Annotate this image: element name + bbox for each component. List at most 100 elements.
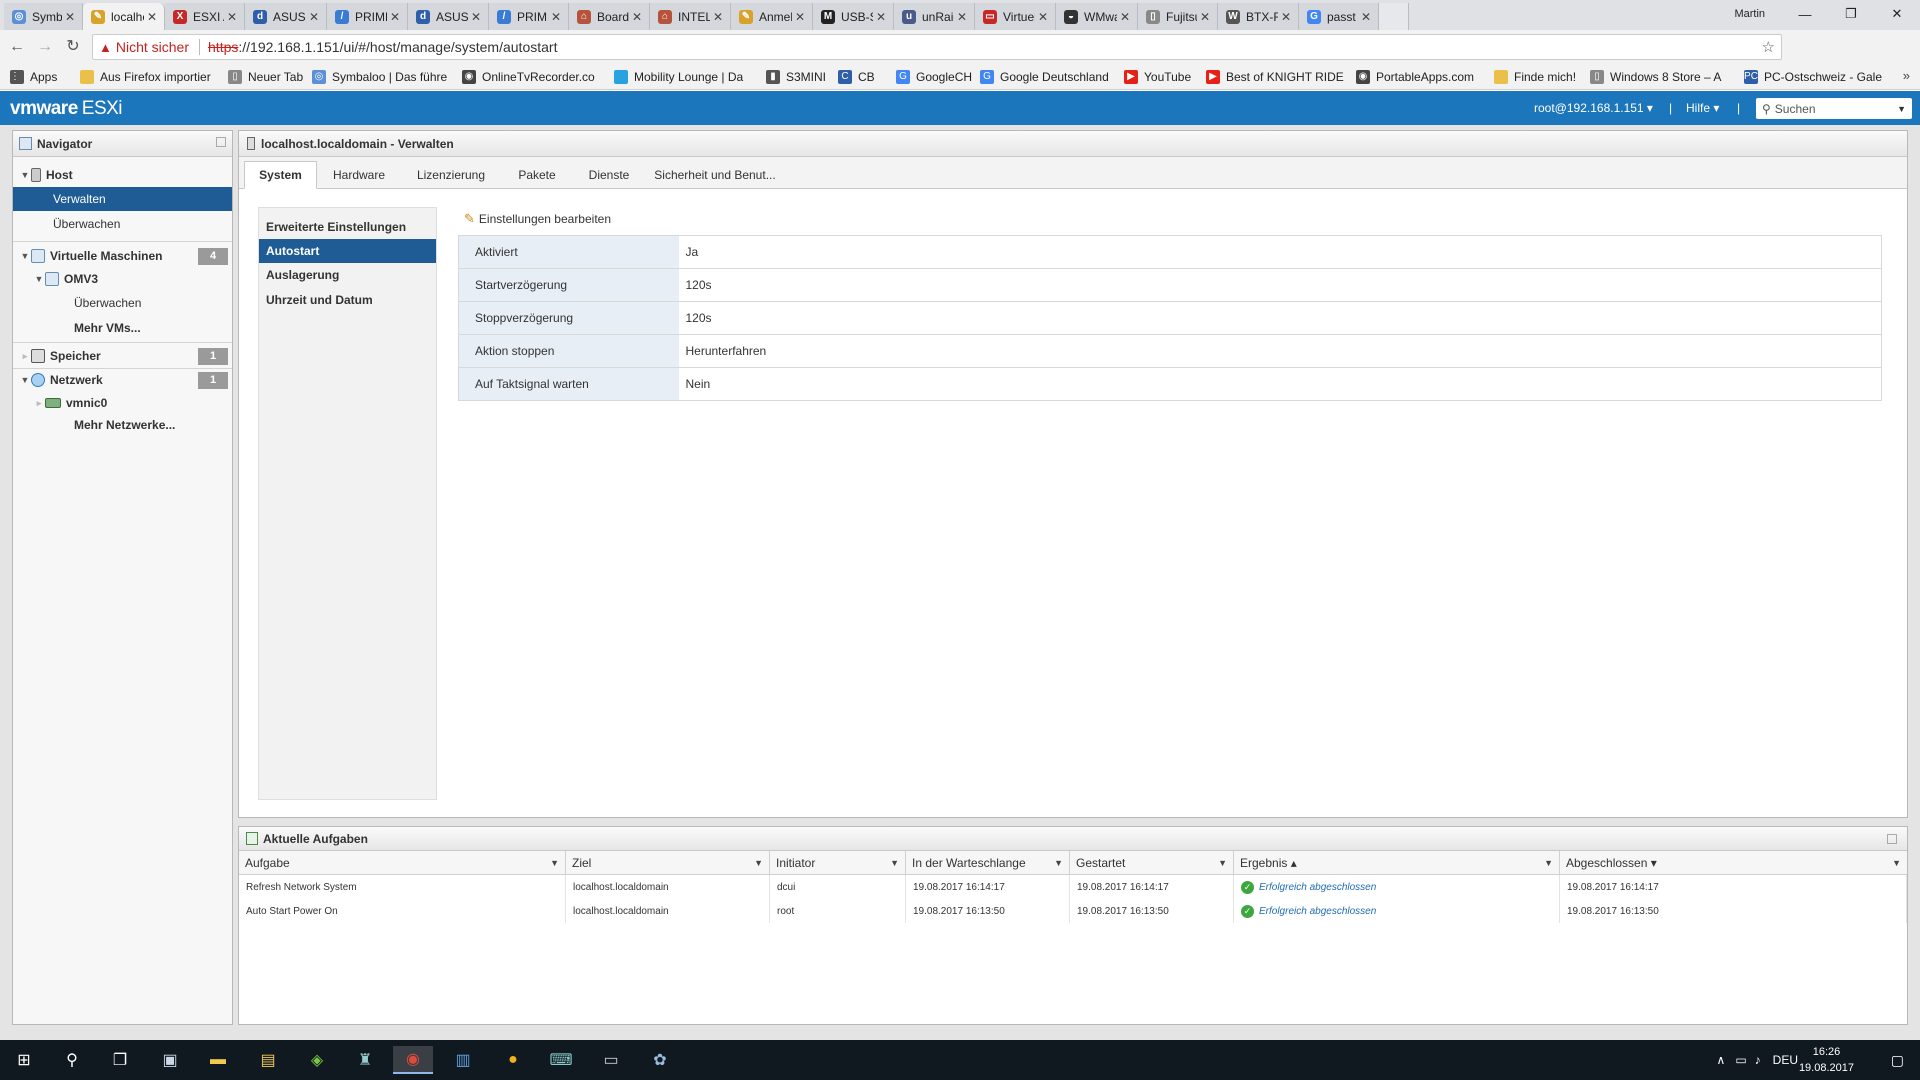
bookmark-item[interactable]: ▶ Best of KNIGHT RIDE bbox=[1206, 68, 1348, 86]
chevron-down-icon[interactable]: ▼ bbox=[1897, 104, 1906, 114]
tab-dienste[interactable]: Dienste bbox=[573, 161, 645, 189]
chevron-down-icon[interactable]: ▼ bbox=[890, 858, 899, 868]
search-icon[interactable]: ⚲ bbox=[52, 1046, 92, 1074]
bookmark-item[interactable]: G Google Deutschland bbox=[980, 68, 1116, 86]
bookmark-star-icon[interactable]: ☆ bbox=[1762, 38, 1775, 56]
nav-item-mehr-vms[interactable]: Mehr VMs... bbox=[13, 316, 232, 340]
column-header-warteschlange[interactable]: In der Warteschlange ▼ bbox=[906, 851, 1070, 875]
browser-tab[interactable]: d ASUS F✕ bbox=[408, 3, 489, 30]
laptop-app-icon[interactable]: ⌨ bbox=[541, 1046, 581, 1074]
task-view-icon[interactable]: ❐ bbox=[100, 1046, 140, 1074]
subnav-erweiterte-einstellungen[interactable]: Erweiterte Einstellungen bbox=[259, 215, 436, 239]
expand-arrow-icon[interactable]: ▸ bbox=[33, 398, 45, 409]
browser-tab[interactable]: ⌂ INTEL ✕ bbox=[650, 3, 731, 30]
result-text[interactable]: Erfolgreich abgeschlossen bbox=[1259, 906, 1376, 917]
subnav-auslagerung[interactable]: Auslagerung bbox=[259, 263, 436, 287]
chevron-down-icon[interactable]: ▼ bbox=[1892, 858, 1901, 868]
chevron-down-icon[interactable]: ▼ bbox=[1218, 858, 1227, 868]
office-icon[interactable]: ▥ bbox=[443, 1046, 483, 1074]
close-tab-icon[interactable]: ✕ bbox=[873, 10, 889, 24]
subnav-autostart[interactable]: Autostart bbox=[259, 239, 436, 263]
nav-item-speicher[interactable]: ▸ Speicher 1 bbox=[13, 344, 232, 368]
collapse-icon[interactable] bbox=[216, 137, 226, 147]
browser-tab[interactable]: X ESXI A✕ bbox=[165, 3, 245, 30]
browser-tab[interactable]: uunRaid✕ bbox=[894, 3, 975, 30]
bookmark-item[interactable]: ◉ PortableApps.com bbox=[1356, 68, 1486, 86]
terminal-icon[interactable]: ▭ bbox=[591, 1046, 631, 1074]
table-row[interactable]: Auto Start Power On localhost.localdomain… bbox=[239, 899, 1907, 923]
browser-tab[interactable]: M USB-St✕ bbox=[813, 3, 894, 30]
taskbar-clock[interactable]: 16:26 19.08.2017 bbox=[1799, 1044, 1854, 1076]
column-header-aufgabe[interactable]: Aufgabe ▼ bbox=[239, 851, 566, 875]
browser-tab[interactable]: / PRIME✕ bbox=[489, 3, 569, 30]
browser-tab[interactable]: ▭ Virtuel ✕ bbox=[975, 3, 1056, 30]
expand-arrow-icon[interactable]: ▸ bbox=[19, 351, 31, 362]
edit-settings-button[interactable]: ✎ Einstellungen bearbeiten bbox=[464, 211, 611, 227]
bookmark-item[interactable]: C CB bbox=[838, 68, 888, 86]
expand-arrow-icon[interactable]: ▼ bbox=[33, 274, 45, 284]
folder-icon[interactable]: ▤ bbox=[248, 1046, 288, 1074]
browser-tab[interactable]: W BTX-Fo✕ bbox=[1218, 3, 1299, 30]
nav-item-netzwerk[interactable]: ▼ Netzwerk 1 bbox=[13, 368, 232, 392]
close-tab-icon[interactable]: ✕ bbox=[548, 10, 564, 24]
column-header-ergebnis[interactable]: Ergebnis ▴ ▼ bbox=[1234, 851, 1560, 875]
tab-hardware[interactable]: Hardware bbox=[317, 161, 401, 189]
close-tab-icon[interactable]: ✕ bbox=[710, 10, 726, 24]
bookmark-item[interactable]: ▯ Neuer Tab bbox=[228, 68, 304, 86]
column-header-initiator[interactable]: Initiator ▼ bbox=[770, 851, 906, 875]
browser-tab[interactable]: ◎ Symba✕ bbox=[4, 3, 83, 30]
chevron-down-icon[interactable]: ▼ bbox=[550, 858, 559, 868]
file-explorer-icon[interactable]: ▬ bbox=[198, 1046, 238, 1074]
chrome-icon[interactable]: ◉ bbox=[393, 1046, 433, 1074]
store-icon[interactable]: ▣ bbox=[150, 1046, 190, 1074]
column-header-ziel[interactable]: Ziel ▼ bbox=[566, 851, 770, 875]
tab-system[interactable]: System bbox=[244, 161, 317, 189]
search-input[interactable]: ⚲ Suchen ▼ bbox=[1756, 98, 1912, 119]
close-tab-icon[interactable]: ✕ bbox=[306, 10, 322, 24]
browser-tab[interactable]: Gpasst a✕ bbox=[1299, 3, 1379, 30]
warning-triangle-icon[interactable]: ▲ bbox=[99, 40, 112, 55]
subnav-uhrzeit-und-datum[interactable]: Uhrzeit und Datum bbox=[259, 288, 436, 312]
bookmark-item[interactable]: ◉ OnlineTvRecorder.co bbox=[462, 68, 606, 86]
nav-item-ueberwachen[interactable]: Überwachen bbox=[13, 212, 232, 236]
browser-tab[interactable]: d ASUS F✕ bbox=[245, 3, 327, 30]
bookmark-item[interactable]: Finde mich! bbox=[1494, 68, 1582, 86]
windows-start-icon[interactable]: ⊞ bbox=[4, 1046, 44, 1074]
browser-tab[interactable]: ✎ localhc✕ bbox=[83, 3, 165, 30]
app-icon[interactable]: ◈ bbox=[297, 1046, 337, 1074]
chevron-down-icon[interactable]: ▼ bbox=[1544, 858, 1553, 868]
tab-pakete[interactable]: Pakete bbox=[501, 161, 573, 189]
collapse-icon[interactable] bbox=[1887, 834, 1897, 844]
close-tab-icon[interactable]: ✕ bbox=[144, 10, 160, 24]
language-indicator[interactable]: DEU bbox=[1773, 1053, 1798, 1067]
nav-item-omv3[interactable]: ▼ OMV3 bbox=[13, 267, 232, 291]
minimize-icon[interactable]: — bbox=[1782, 0, 1828, 28]
close-tab-icon[interactable]: ✕ bbox=[1358, 10, 1374, 24]
browser-tab[interactable]: ✎ Anmel ✕ bbox=[731, 3, 813, 30]
close-tab-icon[interactable]: ✕ bbox=[1035, 10, 1051, 24]
network-icon[interactable]: ▭ bbox=[1735, 1053, 1746, 1067]
close-tab-icon[interactable]: ✕ bbox=[224, 10, 240, 24]
column-header-abgeschlossen[interactable]: Abgeschlossen ▾ ▼ bbox=[1560, 851, 1907, 875]
restore-icon[interactable]: ❐ bbox=[1828, 0, 1874, 28]
close-tab-icon[interactable]: ✕ bbox=[954, 10, 970, 24]
browser-tab[interactable]: ⌂ Board ✕ bbox=[569, 3, 650, 30]
nav-item-vm-ueberwachen[interactable]: Überwachen bbox=[13, 291, 232, 315]
close-tab-icon[interactable]: ✕ bbox=[792, 10, 808, 24]
close-tab-icon[interactable]: ✕ bbox=[629, 10, 645, 24]
bookmark-item[interactable]: G GoogleCH bbox=[896, 68, 972, 86]
bookmark-item[interactable]: ▯ Windows 8 Store – A bbox=[1590, 68, 1736, 86]
close-tab-icon[interactable]: ✕ bbox=[468, 10, 484, 24]
table-row[interactable]: Refresh Network System localhost.localdom… bbox=[239, 875, 1907, 899]
nav-item-virtuelle-maschinen[interactable]: ▼ Virtuelle Maschinen 4 bbox=[13, 244, 232, 268]
close-window-icon[interactable]: ✕ bbox=[1874, 0, 1920, 28]
tab-sicherheit[interactable]: Sicherheit und Benut... bbox=[645, 161, 785, 189]
user-menu[interactable]: root@192.168.1.151 ▾ bbox=[1534, 101, 1653, 115]
reload-icon[interactable]: ↻ bbox=[62, 37, 84, 57]
help-menu[interactable]: Hilfe ▾ bbox=[1686, 101, 1719, 115]
close-tab-icon[interactable]: ✕ bbox=[1117, 10, 1133, 24]
bookmark-item[interactable]: ⋮⋮ Apps bbox=[10, 68, 70, 86]
nav-item-host[interactable]: ▼ Host bbox=[13, 163, 232, 187]
forward-arrow-icon[interactable]: → bbox=[34, 37, 56, 57]
volume-icon[interactable]: ♪ bbox=[1755, 1053, 1761, 1067]
